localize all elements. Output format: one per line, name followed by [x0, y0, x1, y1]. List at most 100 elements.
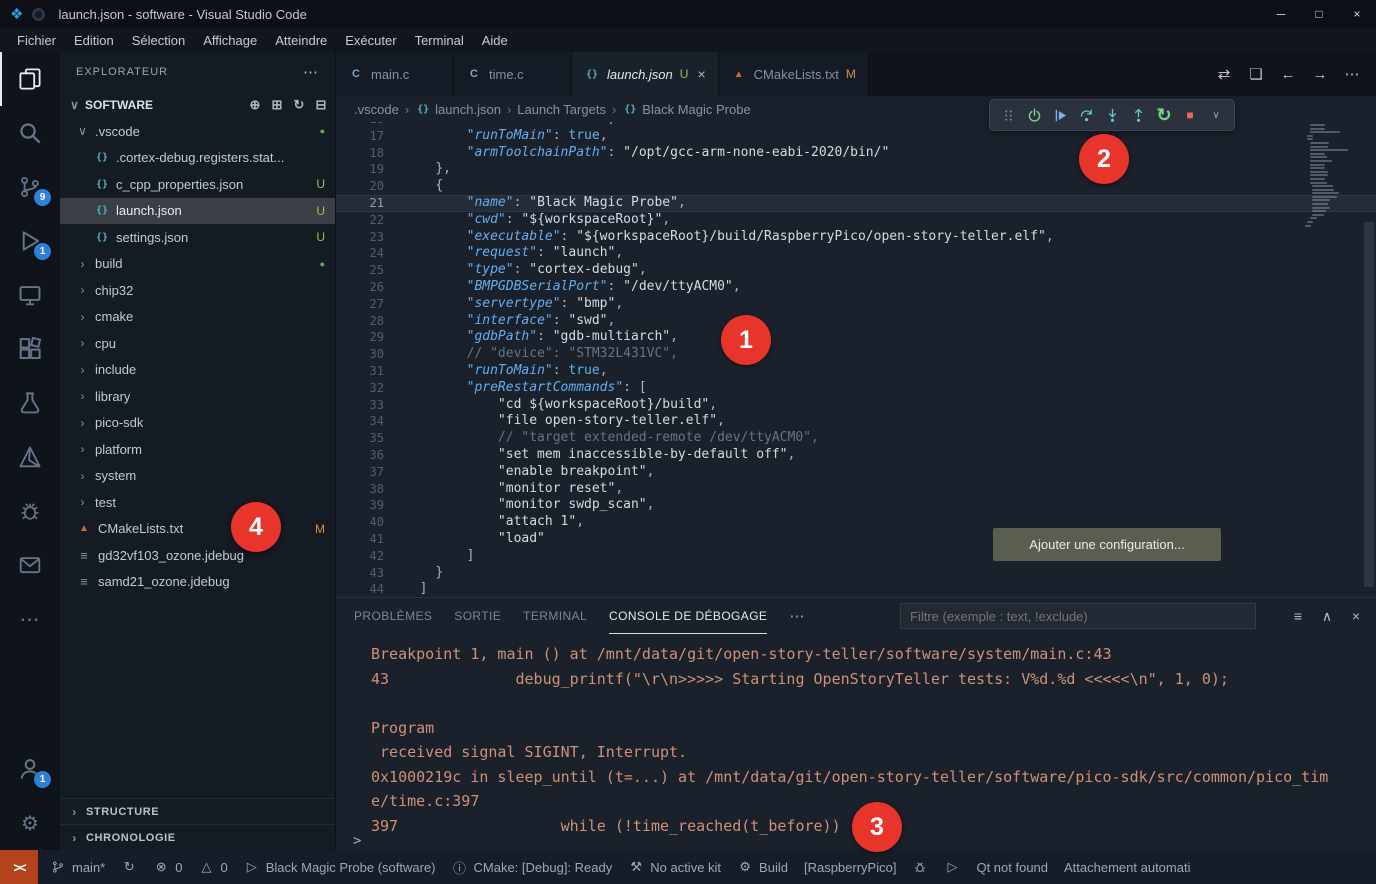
debug-power-button[interactable] — [1021, 102, 1047, 128]
line-number[interactable]: 23 — [336, 229, 384, 246]
status-git-branch[interactable]: main* — [42, 850, 113, 884]
code-line[interactable]: 33 "cd ${workspaceRoot}/build", — [336, 397, 1376, 414]
filter-icon[interactable]: ≡ — [1290, 608, 1306, 624]
line-number[interactable]: 18 — [336, 145, 384, 162]
line-number[interactable]: 21 — [336, 195, 384, 212]
folder-item[interactable]: ›system — [60, 463, 335, 490]
line-number[interactable]: 36 — [336, 447, 384, 464]
menu-item[interactable]: Exécuter — [336, 28, 405, 52]
activity-cmake[interactable] — [0, 430, 60, 484]
panel-tab[interactable]: PROBLÈMES — [354, 598, 432, 634]
folder-item[interactable]: ›pico-sdk — [60, 410, 335, 437]
navigate-forward-icon[interactable]: → — [1312, 66, 1328, 82]
debug-stop-button[interactable]: ■ — [1177, 102, 1203, 128]
menu-item[interactable]: Atteindre — [266, 28, 336, 52]
folder-item[interactable]: ›platform — [60, 436, 335, 463]
maximize-panel-icon[interactable]: ∧ — [1319, 608, 1335, 624]
menu-item[interactable]: Aide — [473, 28, 517, 52]
code-line[interactable]: 29 "gdbPath": "gdb-multiarch", — [336, 329, 1376, 346]
close-button[interactable]: × — [1338, 0, 1376, 28]
folder-item[interactable]: ›chip32 — [60, 277, 335, 304]
file-item[interactable]: {}.cortex-debug.registers.stat... — [60, 145, 335, 172]
status-cmake-status[interactable]: ⓘCMake: [Debug]: Ready — [444, 850, 621, 884]
code-line[interactable]: 22 "cwd": "${workspaceRoot}", — [336, 212, 1376, 229]
line-number[interactable]: 24 — [336, 245, 384, 262]
activity-settings[interactable]: ⚙ — [0, 796, 60, 850]
debug-step-out-button[interactable] — [1125, 102, 1151, 128]
more-actions-icon[interactable]: ⋯ — [1344, 66, 1360, 82]
panel-more-actions-icon[interactable]: ⋯ — [789, 608, 805, 624]
editor-tab[interactable]: Ctime.c — [454, 52, 572, 96]
status-errors[interactable]: ⊗0 — [145, 850, 190, 884]
status-launch-target[interactable]: ▷ — [936, 850, 968, 884]
refresh-icon[interactable]: ↻ — [291, 97, 307, 113]
code-line[interactable]: 39 "monitor swdp_scan", — [336, 497, 1376, 514]
activity-accounts[interactable]: 1 — [0, 742, 60, 796]
folder-item[interactable]: ›build● — [60, 251, 335, 278]
file-item[interactable]: {}c_cpp_properties.jsonU — [60, 171, 335, 198]
activity-explorer[interactable] — [0, 52, 60, 106]
line-number[interactable]: 19 — [336, 161, 384, 178]
line-number[interactable]: 37 — [336, 464, 384, 481]
scrollbar-thumb[interactable] — [1364, 222, 1374, 587]
close-tab-icon[interactable]: × — [697, 66, 705, 82]
panel-tab[interactable]: SORTIE — [454, 598, 501, 634]
panel-tab[interactable]: TERMINAL — [523, 598, 587, 634]
debug-continue-button[interactable] — [1047, 102, 1073, 128]
menu-item[interactable]: Fichier — [8, 28, 65, 52]
line-number[interactable]: 35 — [336, 430, 384, 447]
line-number[interactable]: 27 — [336, 296, 384, 313]
line-number[interactable]: 17 — [336, 128, 384, 145]
status-warnings[interactable]: △0 — [190, 850, 235, 884]
status-qt[interactable]: Qt not found — [968, 850, 1056, 884]
activity-remote-explorer[interactable] — [0, 268, 60, 322]
add-configuration-button[interactable]: Ajouter une configuration... — [993, 528, 1221, 561]
code-line[interactable]: 44 ] — [336, 581, 1376, 597]
code-line[interactable]: 31 "runToMain": true, — [336, 363, 1376, 380]
line-number[interactable]: 31 — [336, 363, 384, 380]
editor-tab[interactable]: Cmain.c — [336, 52, 454, 96]
code-line[interactable]: 18 "armToolchainPath": "/opt/gcc-arm-non… — [336, 145, 1376, 162]
console-prompt-icon[interactable]: > — [353, 834, 361, 848]
debug-console-filter-input[interactable] — [900, 603, 1256, 629]
panel-tab[interactable]: CONSOLE DE DÉBOGAGE — [609, 598, 767, 634]
line-number[interactable]: 34 — [336, 413, 384, 430]
folder-item[interactable]: ∨.vscode● — [60, 118, 335, 145]
code-line[interactable]: 20 { — [336, 178, 1376, 195]
line-number[interactable]: 32 — [336, 380, 384, 397]
code-line[interactable]: 21 "name": "Black Magic Probe", — [336, 195, 1376, 212]
sidebar-section-structure[interactable]: ›STRUCTURE — [60, 798, 335, 824]
code-line[interactable]: 23 "executable": "${workspaceRoot}/build… — [336, 229, 1376, 246]
debug-step-into-button[interactable] — [1099, 102, 1125, 128]
open-changes-icon[interactable]: ⇄ — [1216, 66, 1232, 82]
menu-item[interactable]: Affichage — [194, 28, 266, 52]
new-folder-icon[interactable]: ⊞ — [269, 97, 285, 113]
activity-testing[interactable] — [0, 376, 60, 430]
activity-more-views[interactable]: ⋯ — [0, 592, 60, 646]
line-number[interactable]: 25 — [336, 262, 384, 279]
code-line[interactable]: 38 "monitor reset", — [336, 481, 1376, 498]
editor-tab[interactable]: ▲CMakeLists.txtM — [719, 52, 869, 96]
minimize-button[interactable]: ─ — [1262, 0, 1300, 28]
code-line[interactable]: 25 "type": "cortex-debug", — [336, 262, 1376, 279]
status-debug-config[interactable]: ▷Black Magic Probe (software) — [236, 850, 444, 884]
breadcrumb-item[interactable]: {}Black Magic Probe — [622, 101, 750, 117]
activity-source-control[interactable]: 9 — [0, 160, 60, 214]
navigate-back-icon[interactable]: ← — [1280, 66, 1296, 82]
maximize-button[interactable]: □ — [1300, 0, 1338, 28]
code-line[interactable]: 37 "enable breakpoint", — [336, 464, 1376, 481]
line-number[interactable]: 28 — [336, 313, 384, 330]
editor-tab[interactable]: {}launch.jsonU× — [572, 52, 719, 96]
file-item[interactable]: ≡gd32vf103_ozone.jdebug — [60, 542, 335, 569]
folder-item[interactable]: ›cmake — [60, 304, 335, 331]
line-number[interactable]: 42 — [336, 548, 384, 565]
file-item[interactable]: ▲CMakeLists.txtM — [60, 516, 335, 543]
status-debug-target[interactable] — [904, 850, 936, 884]
activity-run-and-debug[interactable]: 1 — [0, 214, 60, 268]
minimap[interactable] — [1304, 124, 1360, 228]
collapse-all-icon[interactable]: ⊟ — [313, 97, 329, 113]
code-line[interactable]: 24 "request": "launch", — [336, 245, 1376, 262]
status-kit[interactable]: ⚒No active kit — [620, 850, 729, 884]
file-item[interactable]: {}launch.jsonU — [60, 198, 335, 225]
code-line[interactable]: 34 "file open-story-teller.elf", — [336, 413, 1376, 430]
